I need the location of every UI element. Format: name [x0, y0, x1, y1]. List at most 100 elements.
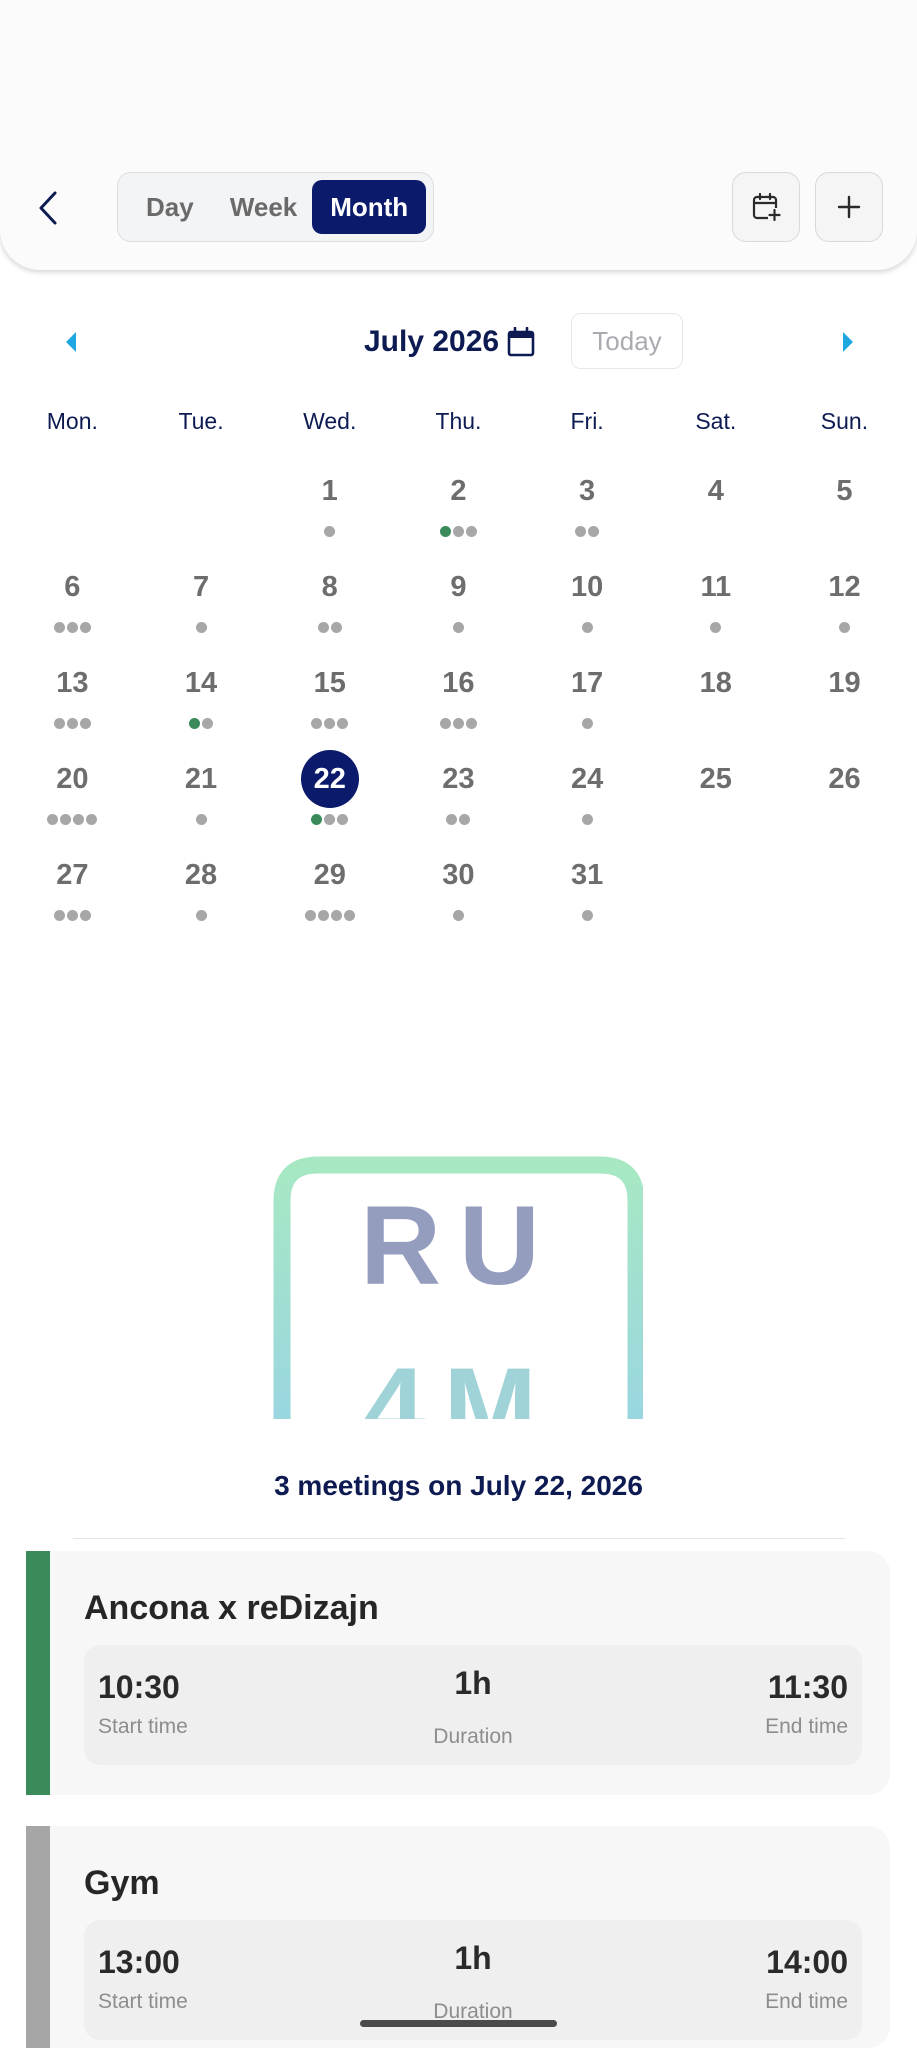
event-dot: [53, 622, 65, 633]
selected-day-number: 22: [300, 750, 359, 808]
empty-day-cell: [137, 462, 266, 558]
day-cell[interactable]: 5: [780, 462, 909, 558]
day-cell[interactable]: 3: [523, 462, 652, 558]
svg-text:4M: 4M: [363, 1345, 555, 1419]
day-cell[interactable]: 11: [651, 558, 780, 654]
top-app-bar: Day Week Month: [0, 0, 917, 270]
day-cell[interactable]: 18: [651, 654, 780, 750]
day-cell[interactable]: 22: [265, 750, 394, 846]
day-cell[interactable]: 26: [780, 750, 909, 846]
day-cell[interactable]: 16: [394, 654, 523, 750]
tab-week[interactable]: Week: [215, 180, 313, 234]
meeting-title: Gym: [84, 1864, 160, 1902]
event-dot: [439, 526, 451, 537]
day-number: 2: [450, 474, 467, 507]
day-cell[interactable]: 20: [8, 750, 137, 846]
day-cell[interactable]: 1: [265, 462, 394, 558]
event-dots: [394, 910, 523, 921]
day-cell[interactable]: 12: [780, 558, 909, 654]
day-number: 15: [313, 666, 346, 699]
previous-month-button[interactable]: [56, 324, 86, 360]
day-cell[interactable]: 13: [8, 654, 137, 750]
day-number: 8: [321, 570, 338, 603]
day-cell[interactable]: 10: [523, 558, 652, 654]
add-meeting-button[interactable]: [815, 172, 883, 242]
event-dot: [79, 910, 91, 921]
day-number: 29: [313, 858, 346, 891]
day-number: 31: [570, 858, 604, 891]
meeting-card[interactable]: Ancona x reDizajn 10:30 Start time 1h Du…: [26, 1551, 890, 1795]
svg-text:RU: RU: [360, 1183, 558, 1308]
day-cell[interactable]: 8: [265, 558, 394, 654]
day-cell[interactable]: 17: [523, 654, 652, 750]
day-number: 23: [442, 762, 475, 795]
day-cell[interactable]: 24: [523, 750, 652, 846]
plus-icon: [837, 195, 861, 219]
next-month-button[interactable]: [833, 324, 863, 360]
end-time: 14:00: [766, 1944, 848, 1980]
event-dot: [581, 814, 593, 825]
meeting-card[interactable]: Gym 13:00 Start time 1h Duration 14:00 E…: [26, 1826, 890, 2048]
end-time-label: End time: [765, 1990, 848, 2013]
meetings-summary: 3 meetings on July 22, 2026: [274, 1470, 643, 1501]
month-picker[interactable]: July 2026: [364, 322, 535, 362]
day-number: 3: [579, 474, 596, 507]
event-dots: [394, 814, 523, 825]
event-dot: [343, 910, 355, 921]
day-cell[interactable]: 29: [265, 846, 394, 942]
tab-day[interactable]: Day: [125, 180, 215, 234]
ru4m-logo: RU 4M: [273, 1156, 645, 1419]
event-dots: [394, 718, 523, 729]
event-dot: [47, 814, 59, 825]
empty-day-cell: [651, 846, 780, 942]
day-cell[interactable]: 30: [394, 846, 523, 942]
day-number: 17: [570, 666, 604, 699]
weekday-label: Mon.: [46, 408, 98, 434]
event-dots: [265, 622, 394, 633]
day-cell[interactable]: 6: [8, 558, 137, 654]
event-dots: [394, 526, 523, 537]
event-dot: [73, 814, 85, 825]
add-to-calendar-button[interactable]: [732, 172, 800, 242]
event-dot: [195, 622, 207, 633]
event-dots: [523, 718, 652, 729]
event-dots: [137, 718, 266, 729]
day-cell[interactable]: 15: [265, 654, 394, 750]
event-dot: [66, 718, 78, 729]
view-switcher: Day Week Month: [117, 172, 434, 242]
today-button[interactable]: Today: [571, 313, 683, 369]
day-cell[interactable]: 31: [523, 846, 652, 942]
day-number: 26: [828, 762, 861, 795]
back-button[interactable]: [26, 180, 70, 236]
event-dot: [66, 910, 78, 921]
day-cell[interactable]: 27: [8, 846, 137, 942]
day-cell[interactable]: 28: [137, 846, 266, 942]
day-number: 13: [56, 666, 89, 699]
day-number: 16: [442, 666, 475, 699]
day-cell[interactable]: 2: [394, 462, 523, 558]
weekday-label: Tue.: [178, 408, 224, 434]
day-number: 14: [184, 666, 218, 699]
event-dot: [710, 622, 722, 633]
event-dot: [330, 622, 342, 633]
event-dot: [575, 526, 587, 537]
event-dots: [651, 622, 780, 633]
home-indicator[interactable]: [360, 2020, 557, 2027]
event-dots: [265, 526, 394, 537]
day-cell[interactable]: 19: [780, 654, 909, 750]
day-cell[interactable]: 14: [137, 654, 266, 750]
calendar-add-icon: [752, 192, 781, 222]
day-cell[interactable]: 4: [651, 462, 780, 558]
day-cell[interactable]: 23: [394, 750, 523, 846]
day-cell[interactable]: 25: [651, 750, 780, 846]
weekday-label: Wed.: [303, 408, 357, 434]
tab-month[interactable]: Month: [312, 180, 426, 234]
end-time: 11:30: [767, 1669, 848, 1705]
day-cell[interactable]: 21: [137, 750, 266, 846]
day-cell[interactable]: 9: [394, 558, 523, 654]
event-dot: [337, 814, 349, 825]
divider: [73, 1538, 845, 1539]
day-number: 30: [442, 858, 475, 891]
day-cell[interactable]: 7: [137, 558, 266, 654]
week-row: 20 21 22 23 24 25 26: [8, 750, 909, 846]
